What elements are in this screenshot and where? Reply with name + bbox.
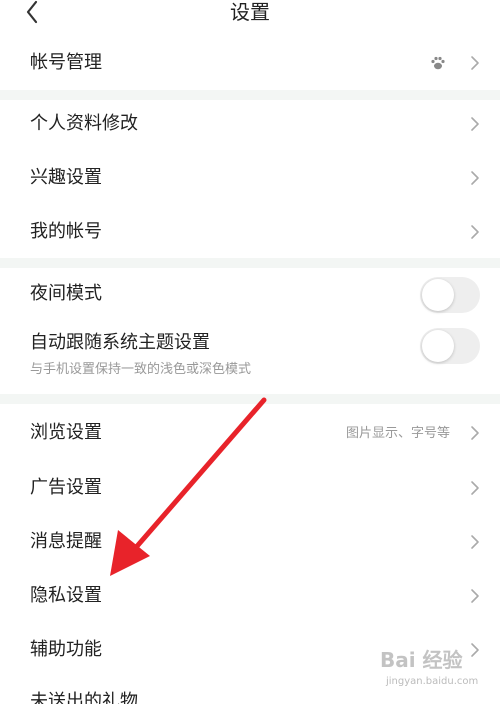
browse-settings-row[interactable]: 浏览设置 图片显示、字号等: [0, 404, 500, 460]
privacy-settings-row[interactable]: 隐私设置: [0, 568, 500, 622]
ad-settings-label: 广告设置: [30, 477, 102, 498]
chevron-right-icon: [468, 55, 482, 71]
interest-settings-label: 兴趣设置: [30, 167, 102, 188]
message-reminder-row[interactable]: 消息提醒: [0, 514, 500, 568]
account-management-label: 帐号管理: [30, 52, 102, 73]
profile-edit-label: 个人资料修改: [30, 113, 138, 134]
message-reminder-label: 消息提醒: [30, 531, 102, 552]
watermark-main: Bai 经验: [380, 648, 463, 672]
chevron-right-icon: [468, 170, 482, 186]
chevron-right-icon: [468, 224, 482, 240]
section-divider: [0, 394, 500, 404]
account-management-row[interactable]: 帐号管理: [0, 36, 500, 90]
chevron-right-icon: [468, 534, 482, 550]
my-account-row[interactable]: 我的帐号: [0, 206, 500, 258]
my-account-label: 我的帐号: [30, 221, 102, 242]
toggle-knob: [422, 279, 454, 311]
page-title: 设置: [230, 0, 270, 24]
follow-system-theme-label: 自动跟随系统主题设置: [30, 332, 210, 353]
toggle-knob: [422, 330, 454, 362]
header: 设置: [0, 0, 500, 36]
chevron-right-icon: [468, 116, 482, 132]
night-mode-label: 夜间模式: [30, 283, 102, 304]
night-mode-row: 夜间模式: [0, 268, 500, 322]
unsent-gifts-label: 未送出的礼物: [30, 691, 138, 704]
follow-system-theme-toggle[interactable]: [420, 328, 480, 364]
ad-settings-row[interactable]: 广告设置: [0, 460, 500, 514]
browse-settings-label: 浏览设置: [30, 422, 102, 443]
watermark-sub: jingyan.baidu.com: [386, 676, 479, 687]
privacy-settings-label: 隐私设置: [30, 585, 102, 606]
section-divider: [0, 90, 500, 100]
chevron-right-icon: [468, 480, 482, 496]
browse-settings-value: 图片显示、字号等: [345, 426, 450, 441]
chevron-right-icon: [468, 425, 482, 441]
section-divider: [0, 258, 500, 268]
accessibility-label: 辅助功能: [30, 639, 102, 660]
follow-system-theme-sublabel: 与手机设置保持一致的浅色或深色模式: [30, 362, 252, 377]
profile-edit-row[interactable]: 个人资料修改: [0, 100, 500, 152]
interest-settings-row[interactable]: 兴趣设置: [0, 152, 500, 206]
chevron-right-icon: [468, 588, 482, 604]
paw-icon: [431, 56, 445, 70]
baidu-jingyan-watermark: Bai 经验 jingyan.baidu.com: [380, 648, 490, 694]
night-mode-toggle[interactable]: [420, 277, 480, 313]
follow-system-theme-row: 自动跟随系统主题设置 与手机设置保持一致的浅色或深色模式: [0, 322, 500, 390]
